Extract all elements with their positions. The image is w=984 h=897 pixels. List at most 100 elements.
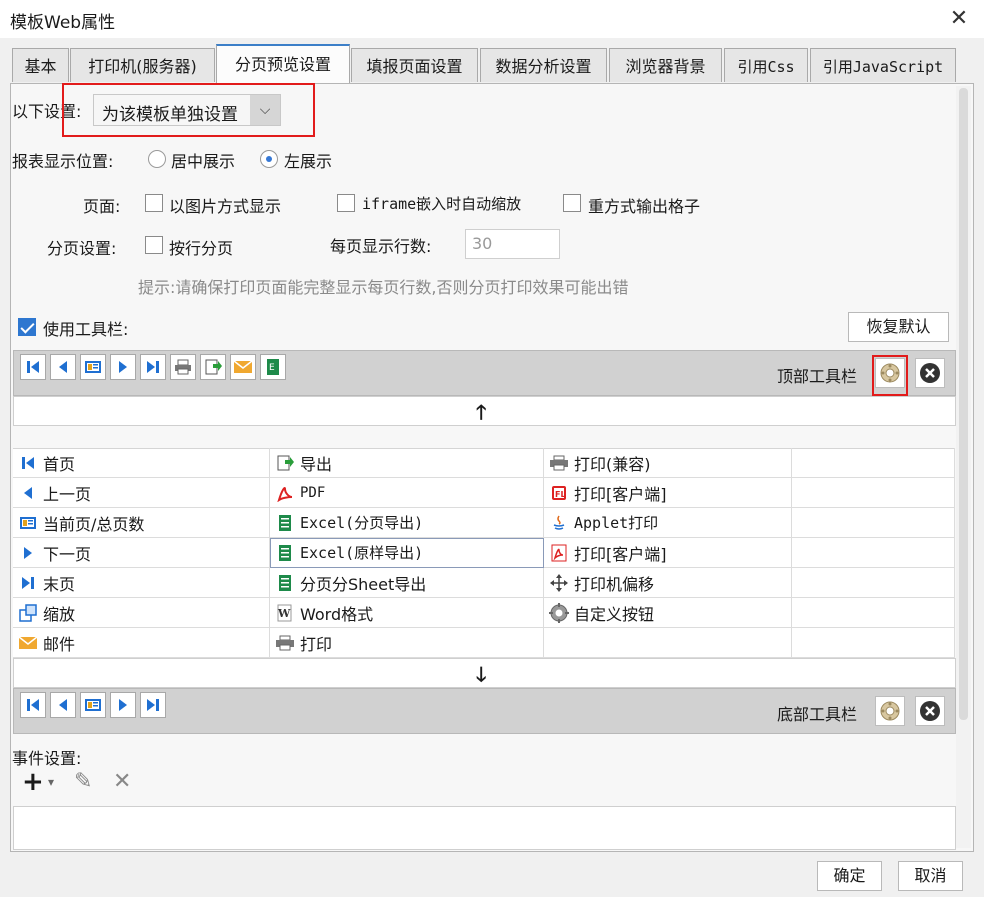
highlight-box-settings [62,83,315,137]
delete-icon[interactable]: ✕ [113,769,131,794]
list-item[interactable]: 当前页/总页数 [13,508,270,538]
events-list[interactable] [13,806,956,850]
tab-data-analysis[interactable]: 数据分析设置 [480,48,607,82]
add-icon[interactable]: + [22,767,44,797]
tab-basic[interactable]: 基本 [12,48,69,82]
page-count-icon[interactable] [80,692,106,718]
list-item-empty [792,478,955,508]
grid-column-3: 打印(兼容) FL 打印[客户端] Applet打印 打印[客户端] 打印机偏移 … [544,448,792,658]
list-item[interactable]: 打印(兼容) [544,448,792,478]
checkbox-use-toolbar[interactable] [18,318,36,336]
grid-column-4 [792,448,955,658]
export-icon[interactable] [200,354,226,380]
list-item[interactable]: 打印 [270,628,544,658]
checkbox-iframe-scale-label: iframe嵌入时自动缩放 [362,195,522,213]
printer-icon [274,632,296,654]
list-item[interactable]: 末页 [13,568,270,598]
tab-fill-page[interactable]: 填报页面设置 [351,48,478,82]
tab-browser-background[interactable]: 浏览器背景 [609,48,722,82]
pdf-print-icon [548,542,570,564]
restore-default-button[interactable]: 恢复默认 [848,312,949,342]
rows-per-page-input[interactable]: 30 [465,229,560,259]
bottom-toolbar-label: 底部工具栏 [777,705,858,724]
chevron-down-icon[interactable]: ▾ [48,775,54,789]
page-count-icon[interactable] [80,354,106,380]
list-item-selected[interactable]: Excel(原样导出) [270,538,544,568]
list-item[interactable]: 首页 [13,448,270,478]
list-item[interactable]: Applet打印 [544,508,792,538]
page-count-icon [17,512,39,534]
next-page-icon[interactable] [110,354,136,380]
top-toolbar-delete-button[interactable] [915,358,945,388]
checkbox-repeat-cells[interactable] [563,194,581,212]
close-window-button[interactable]: ✕ [946,6,972,32]
list-item-label: 邮件 [43,634,76,654]
list-item[interactable]: 分页分Sheet导出 [270,568,544,598]
page-label: 页面: [83,197,121,216]
tab-printer-server[interactable]: 打印机(服务器) [70,48,215,82]
list-item-label: 上一页 [43,484,92,504]
checkbox-iframe-scale[interactable] [337,194,355,212]
list-item[interactable]: 打印机偏移 [544,568,792,598]
excel-icon [274,512,296,534]
tab-css[interactable]: 引用Css [724,48,808,82]
close-circle-icon [920,363,940,383]
position-label: 报表显示位置: [12,152,114,171]
checkbox-repeat-cells-label: 重方式输出格子 [588,197,701,216]
list-item[interactable]: 打印[客户端] [544,538,792,568]
printer-icon[interactable] [170,354,196,380]
next-page-icon[interactable] [110,692,136,718]
svg-text:W: W [277,607,291,620]
last-page-icon[interactable] [140,692,166,718]
list-item[interactable]: 邮件 [13,628,270,658]
bottom-toolbar-delete-button[interactable] [915,696,945,726]
radio-left[interactable] [260,150,278,168]
bottom-toolbar-settings-button[interactable] [875,696,905,726]
printer-icon [548,452,570,474]
grid-column-1: 首页 上一页 当前页/总页数 下一页 末页 缩放 邮件 [13,448,270,658]
list-item[interactable]: 导出 [270,448,544,478]
move-icon [548,572,570,594]
arrow-up-icon[interactable]: 🡑 [476,398,486,432]
list-item-label: 打印[客户端] [574,484,667,504]
list-item-label: Applet打印 [574,514,659,532]
radio-center[interactable] [148,150,166,168]
previous-page-icon[interactable] [50,354,76,380]
ok-button[interactable]: 确定 [817,861,882,891]
cancel-button[interactable]: 取消 [898,861,963,891]
list-item[interactable]: 缩放 [13,598,270,628]
excel-icon [274,572,296,594]
top-toolbar-buttons: E [20,354,286,380]
gear-icon [548,602,570,624]
bottom-toolbar-buttons [20,692,166,718]
list-item[interactable]: 上一页 [13,478,270,508]
flash-print-icon: FL [548,482,570,504]
list-item[interactable]: PDF [270,478,544,508]
list-item-label: 打印 [300,634,333,654]
java-icon [548,512,570,534]
list-item[interactable]: 下一页 [13,538,270,568]
last-page-icon[interactable] [140,354,166,380]
list-item[interactable]: W Word格式 [270,598,544,628]
checkbox-by-row[interactable] [145,236,163,254]
next-page-icon [17,542,39,564]
tab-javascript[interactable]: 引用JavaScript [810,48,956,82]
highlight-box-gear [872,355,908,396]
list-item[interactable]: Excel(分页导出) [270,508,544,538]
email-icon[interactable] [230,354,256,380]
tab-pagination-preview[interactable]: 分页预览设置 [216,44,350,84]
list-item-empty [792,598,955,628]
edit-icon[interactable]: ✎ [74,769,92,794]
previous-page-icon[interactable] [50,692,76,718]
rows-per-page-label: 每页显示行数: [330,237,432,256]
excel-icon[interactable]: E [260,354,286,380]
checkbox-image-mode[interactable] [145,194,163,212]
list-item-empty [792,508,955,538]
first-page-icon[interactable] [20,692,46,718]
scrollbar-thumb[interactable] [959,88,968,720]
list-item[interactable]: FL 打印[客户端] [544,478,792,508]
list-item[interactable]: 自定义按钮 [544,598,792,628]
first-page-icon [17,452,39,474]
list-item-label: 打印(兼容) [574,454,651,474]
first-page-icon[interactable] [20,354,46,380]
